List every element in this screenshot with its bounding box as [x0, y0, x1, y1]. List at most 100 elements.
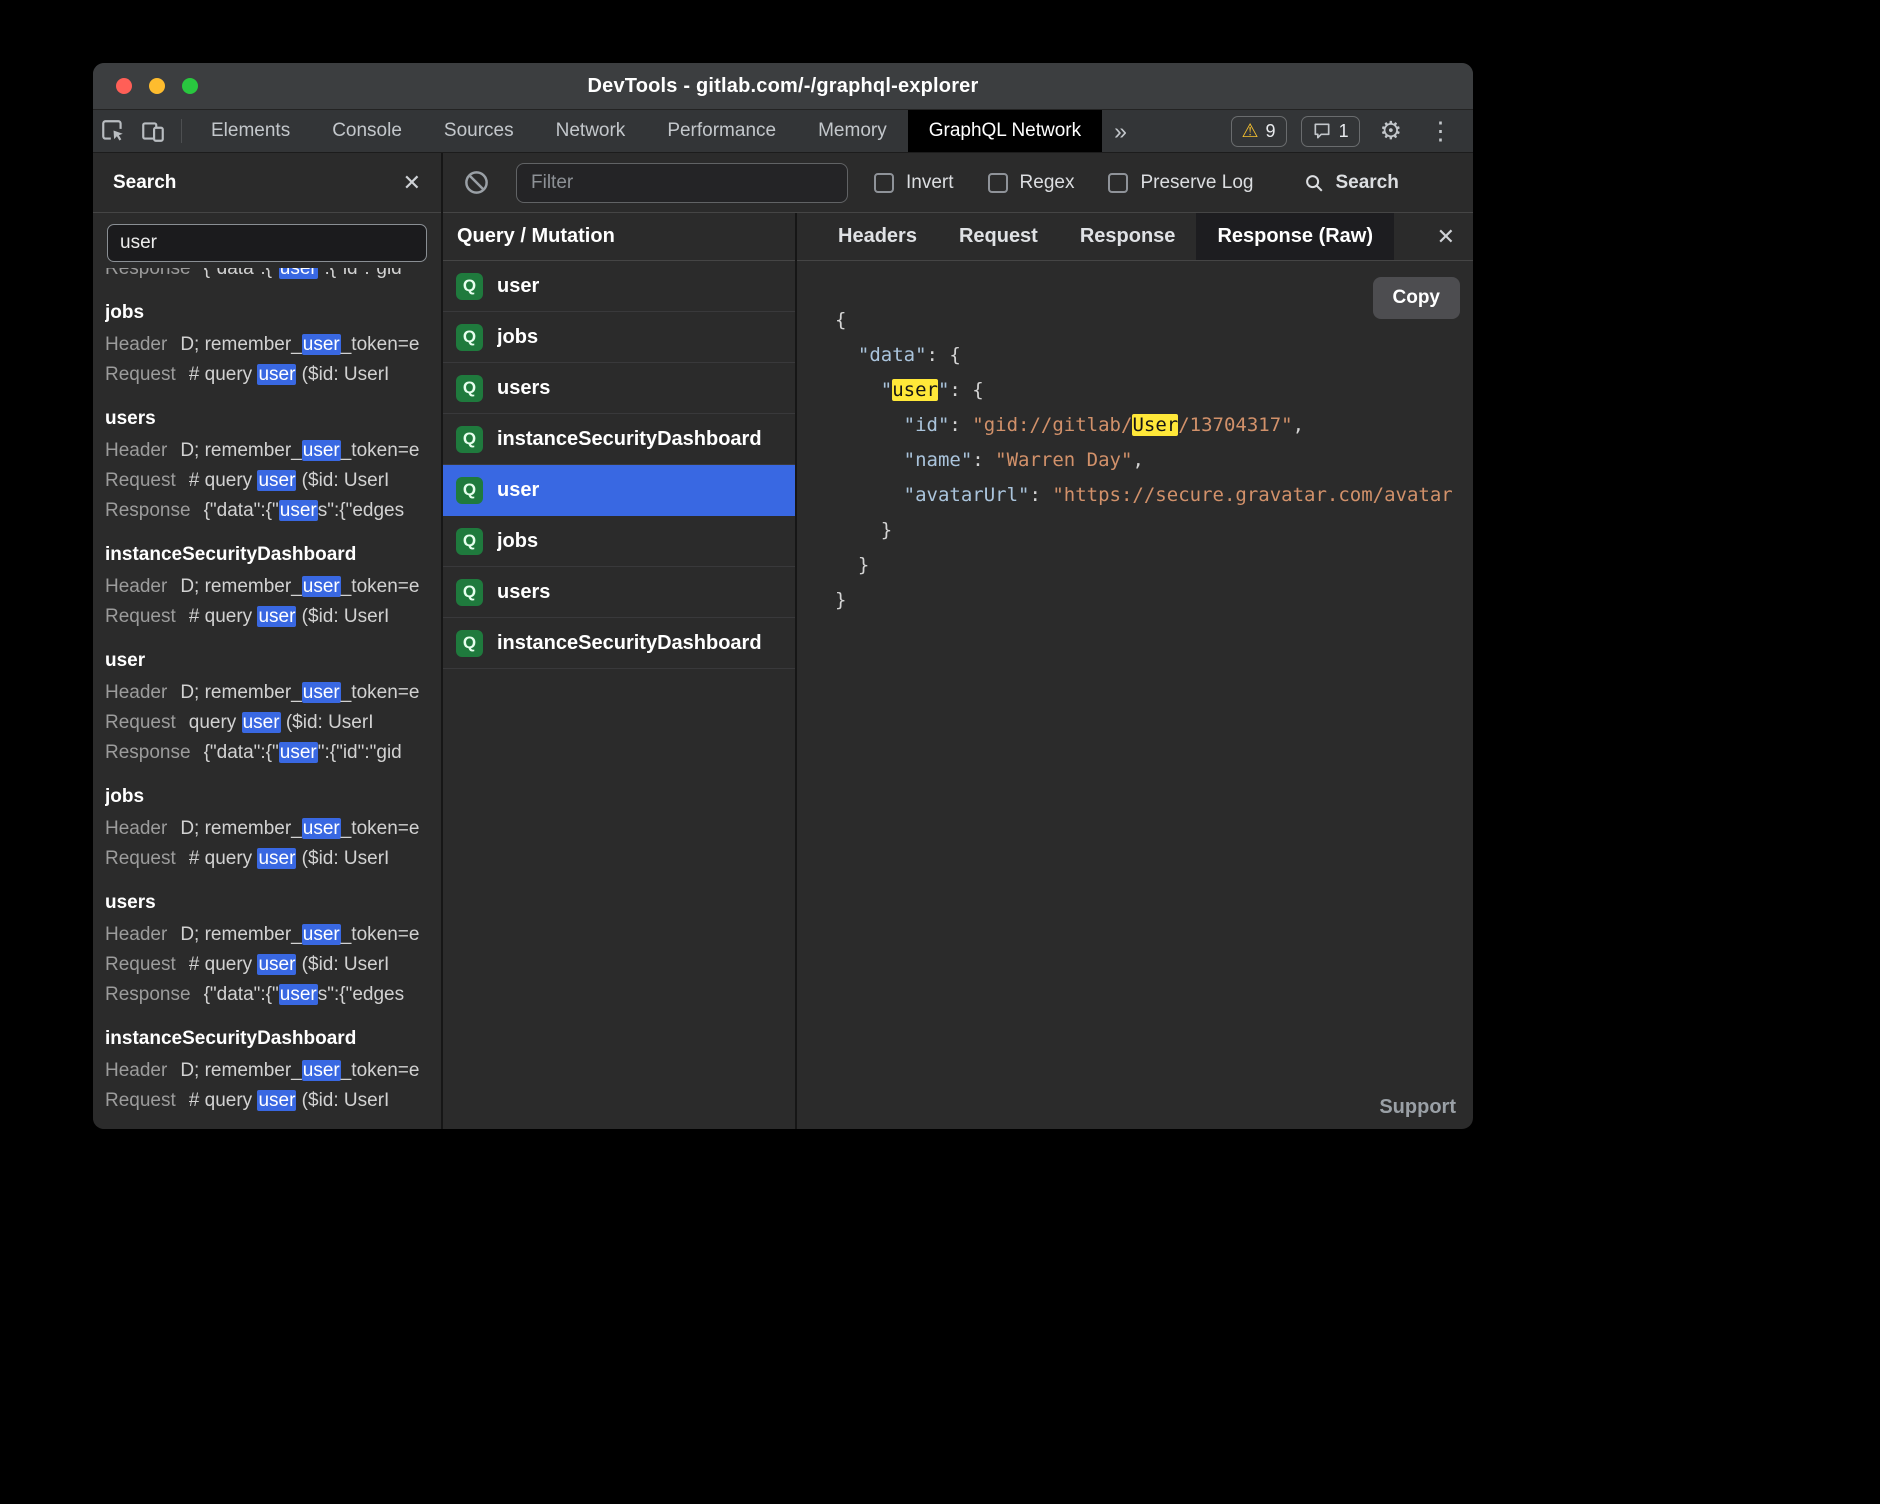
result-text: {"data":{"users":{"edges	[204, 980, 405, 1010]
copy-button[interactable]: Copy	[1373, 277, 1461, 319]
toolbar-search-button[interactable]: Search	[1303, 172, 1398, 194]
minimize-window-button[interactable]	[149, 78, 165, 94]
search-result-line[interactable]: Request# query user ($id: UserI	[105, 844, 429, 874]
search-result-group[interactable]: instanceSecurityDashboard	[105, 1022, 429, 1056]
search-result-line[interactable]: Request# query user ($id: UserI	[105, 602, 429, 632]
result-segment: s":{"edges	[318, 500, 404, 521]
issue-count: 1	[1339, 121, 1349, 142]
checkbox-preserve-log[interactable]: Preserve Log	[1108, 172, 1253, 194]
query-name: instanceSecurityDashboard	[497, 428, 762, 451]
result-text: {"data":{"user":{"id":"gid	[204, 268, 402, 284]
query-list-item[interactable]: Qjobs	[443, 516, 795, 567]
devtools-tab-console[interactable]: Console	[311, 110, 423, 152]
issues-badge[interactable]: 1	[1301, 116, 1360, 147]
checkbox-box[interactable]	[988, 173, 1008, 193]
match-highlight: user	[892, 379, 938, 401]
search-result-line[interactable]: Requestquery user ($id: UserI	[105, 708, 429, 738]
json-segment: "gid://gitlab/	[972, 414, 1132, 436]
query-list-item[interactable]: Quser	[443, 261, 795, 312]
search-result-group[interactable]: jobs	[105, 780, 429, 814]
query-list-item[interactable]: QinstanceSecurityDashboard	[443, 414, 795, 465]
search-result-line[interactable]: Request# query user ($id: UserI	[105, 950, 429, 980]
json-segment: "	[881, 379, 892, 401]
match-highlight: user	[302, 924, 341, 945]
result-segment: ($id: UserI	[296, 848, 389, 869]
result-segment: D; remember_	[180, 576, 301, 597]
checkbox-invert[interactable]: Invert	[874, 172, 954, 194]
search-result-line[interactable]: Response{"data":{"users":{"edges	[105, 980, 429, 1010]
json-segment: "Warren Day"	[995, 449, 1132, 471]
search-result-line[interactable]: HeaderD; remember_user_token=e	[105, 678, 429, 708]
search-result-line[interactable]: Response{"data":{"user":{"id":"gid	[105, 738, 429, 768]
match-highlight: user	[242, 712, 281, 733]
result-field-label: Response	[105, 738, 191, 768]
search-result-group[interactable]: jobs	[105, 296, 429, 330]
result-segment: ($id: UserI	[281, 712, 374, 733]
search-result-line[interactable]: HeaderD; remember_user_token=e	[105, 330, 429, 360]
warnings-badge[interactable]: ⚠ 9	[1231, 116, 1287, 147]
devtools-tab-elements[interactable]: Elements	[190, 110, 311, 152]
checkbox-regex[interactable]: Regex	[988, 172, 1075, 194]
search-result-line[interactable]: Response{"data":{"users":{"edges	[105, 496, 429, 526]
device-toolbar-icon[interactable]	[133, 110, 173, 152]
search-result-group[interactable]: instanceSecurityDashboard	[105, 538, 429, 572]
search-result-group[interactable]: users	[105, 402, 429, 436]
traffic-lights	[116, 78, 198, 94]
more-tabs-chevron[interactable]: »	[1102, 118, 1139, 145]
more-options-icon[interactable]: ⋮	[1422, 116, 1459, 146]
checkbox-box[interactable]	[1108, 173, 1128, 193]
filter-input[interactable]	[516, 163, 848, 203]
details-close-icon[interactable]: ✕	[1437, 226, 1455, 248]
result-segment: {"data":{"	[204, 268, 279, 279]
details-tab-response[interactable]: Response	[1059, 213, 1197, 260]
search-result-line[interactable]: Response{"data":{"user":{"id":"gid	[105, 268, 429, 284]
search-result-line[interactable]: HeaderD; remember_user_token=e	[105, 436, 429, 466]
search-panel: Search ✕ Response{"data":{"user":{"id":"…	[93, 153, 443, 1129]
devtools-tabs: ElementsConsoleSourcesNetworkPerformance…	[190, 110, 1102, 152]
clear-icon[interactable]	[463, 169, 490, 196]
result-segment: # query	[189, 848, 258, 869]
match-highlight: user	[302, 576, 341, 597]
search-result-line[interactable]: Request# query user ($id: UserI	[105, 360, 429, 390]
query-list-item[interactable]: Qjobs	[443, 312, 795, 363]
result-segment: _token=e	[341, 682, 420, 703]
zoom-window-button[interactable]	[182, 78, 198, 94]
result-segment: D; remember_	[180, 924, 301, 945]
search-panel-close-icon[interactable]: ✕	[403, 172, 421, 194]
main-area: Search ✕ Response{"data":{"user":{"id":"…	[93, 153, 1473, 1129]
query-list-item[interactable]: Qusers	[443, 363, 795, 414]
search-result-line[interactable]: HeaderD; remember_user_token=e	[105, 814, 429, 844]
query-list-item[interactable]: Quser	[443, 465, 795, 516]
devtools-tab-graphql-network[interactable]: GraphQL Network	[908, 110, 1102, 152]
close-window-button[interactable]	[116, 78, 132, 94]
support-link[interactable]: Support	[1379, 1096, 1456, 1119]
result-text: # query user ($id: UserI	[189, 602, 390, 632]
search-result-line[interactable]: HeaderD; remember_user_token=e	[105, 920, 429, 950]
search-result-line[interactable]: Request# query user ($id: UserI	[105, 1086, 429, 1116]
match-highlight: user	[257, 364, 296, 385]
devtools-tab-performance[interactable]: Performance	[646, 110, 797, 152]
details-tab-response-raw[interactable]: Response (Raw)	[1196, 213, 1394, 260]
query-list-item[interactable]: QinstanceSecurityDashboard	[443, 618, 795, 669]
match-highlight: user	[302, 818, 341, 839]
match-highlight: user	[257, 1090, 296, 1111]
details-tab-headers[interactable]: Headers	[817, 213, 938, 260]
checkbox-box[interactable]	[874, 173, 894, 193]
result-segment: _token=e	[341, 818, 420, 839]
devtools-tab-memory[interactable]: Memory	[797, 110, 908, 152]
search-result-line[interactable]: HeaderD; remember_user_token=e	[105, 1056, 429, 1086]
json-segment: :	[949, 414, 972, 436]
search-result-line[interactable]: HeaderD; remember_user_token=e	[105, 572, 429, 602]
inspect-element-icon[interactable]	[93, 110, 133, 152]
details-tab-request[interactable]: Request	[938, 213, 1059, 260]
devtools-tab-network[interactable]: Network	[535, 110, 647, 152]
search-result-line[interactable]: Request# query user ($id: UserI	[105, 466, 429, 496]
search-input[interactable]	[107, 224, 427, 262]
match-highlight: user	[279, 500, 318, 521]
query-list-item[interactable]: Qusers	[443, 567, 795, 618]
json-segment: :	[1029, 484, 1052, 506]
devtools-tab-sources[interactable]: Sources	[423, 110, 535, 152]
search-result-group[interactable]: users	[105, 886, 429, 920]
settings-gear-icon[interactable]: ⚙	[1374, 116, 1408, 146]
search-result-group[interactable]: user	[105, 644, 429, 678]
